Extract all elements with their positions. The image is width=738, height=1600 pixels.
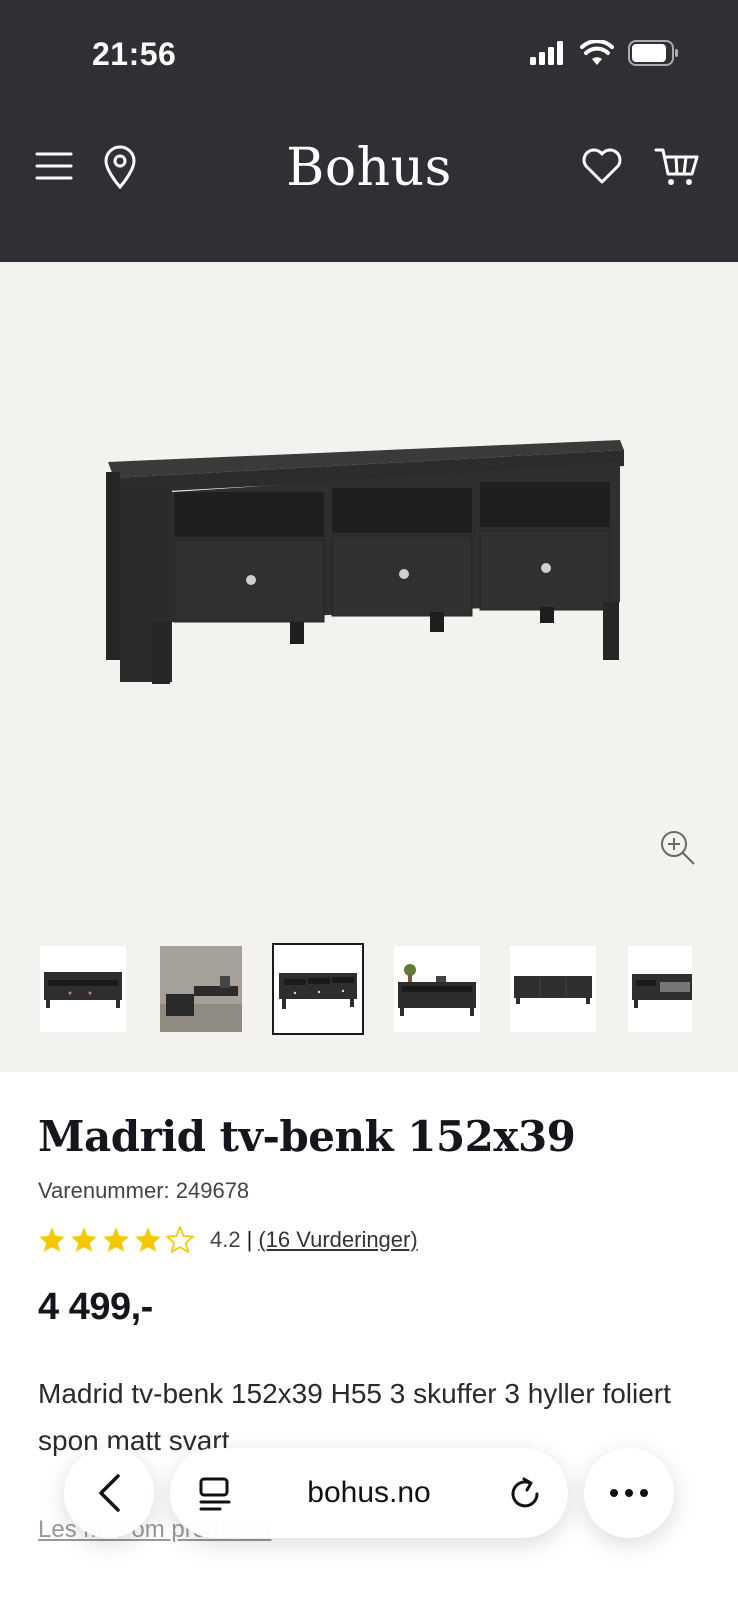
rating-stars <box>38 1226 194 1253</box>
more-dots-icon <box>610 1489 648 1497</box>
browser-more-button[interactable] <box>584 1448 674 1538</box>
brand-logo[interactable]: Bohus <box>0 138 738 198</box>
rating-separator: | <box>246 1226 253 1252</box>
star-full-icon <box>135 1227 161 1252</box>
cart-icon[interactable] <box>654 146 700 188</box>
product-image-tv-bench[interactable] <box>100 432 640 702</box>
browser-back-button[interactable] <box>64 1448 154 1538</box>
heart-icon[interactable] <box>580 146 624 186</box>
thumbnail-selected[interactable] <box>272 943 364 1035</box>
battery-icon <box>628 40 678 66</box>
wifi-icon <box>580 40 614 65</box>
reviews-link[interactable]: (16 Vurderinger) <box>258 1227 417 1253</box>
thumbnail[interactable] <box>40 946 126 1032</box>
product-price: 4 499,- <box>38 1286 153 1328</box>
status-icons <box>530 40 680 66</box>
product-title: Madrid tv-benk 152x39 <box>38 1112 576 1161</box>
thumbnail[interactable] <box>628 946 692 1032</box>
status-time: 21:56 <box>92 36 177 72</box>
product-sku: Varenummer: 249678 <box>38 1178 250 1203</box>
zoom-icon[interactable] <box>658 828 698 868</box>
app-header: 21:56 Bohus <box>0 0 738 262</box>
signal-icon <box>530 41 563 65</box>
product-rating: 4.2 | (16 Vurderinger) <box>38 1226 418 1253</box>
star-full-icon <box>39 1227 65 1252</box>
star-empty-icon <box>166 1226 194 1253</box>
thumbnail[interactable] <box>160 946 242 1032</box>
browser-address-bar[interactable]: bohus.no <box>170 1448 568 1538</box>
chevron-left-icon <box>99 1474 120 1512</box>
thumbnail[interactable] <box>394 946 480 1032</box>
star-full-icon <box>71 1227 97 1252</box>
reload-icon[interactable] <box>508 1476 542 1517</box>
thumbnail[interactable] <box>510 946 596 1032</box>
product-gallery <box>0 262 738 1072</box>
rating-value: 4.2 <box>210 1226 241 1252</box>
star-full-icon <box>103 1227 129 1252</box>
